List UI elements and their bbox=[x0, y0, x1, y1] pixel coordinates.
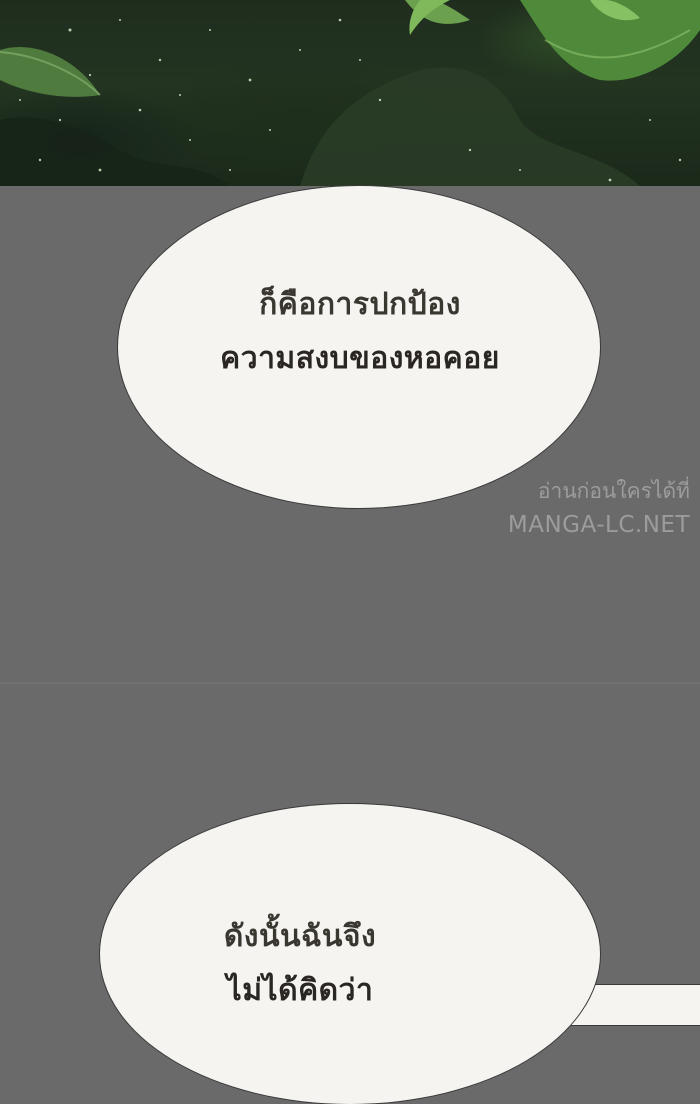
watermark-caption: อ่านก่อนใครได้ที่ bbox=[537, 479, 690, 503]
speech-line: ไม่ได้คิดว่า bbox=[226, 973, 374, 1008]
speech-text-top: ก็คือการปกป้อง ความสงบของหอคอย bbox=[140, 278, 580, 386]
speech-text-bottom: ดังนั้นฉันจึง ไม่ได้คิดว่า bbox=[150, 910, 450, 1018]
speech-line: ก็คือการปกป้อง bbox=[259, 287, 461, 322]
speech-line: ดังนั้นฉันจึง bbox=[223, 919, 377, 954]
forest-night-panel bbox=[0, 0, 700, 186]
foliage-illustration bbox=[0, 0, 700, 186]
watermark-site: MANGA-LC.NET bbox=[507, 512, 690, 538]
speech-line: ความสงบของหอคอย bbox=[220, 341, 500, 376]
site-watermark: อ่านก่อนใครได้ที่ MANGA-LC.NET bbox=[508, 474, 690, 542]
panel-divider bbox=[0, 682, 700, 684]
